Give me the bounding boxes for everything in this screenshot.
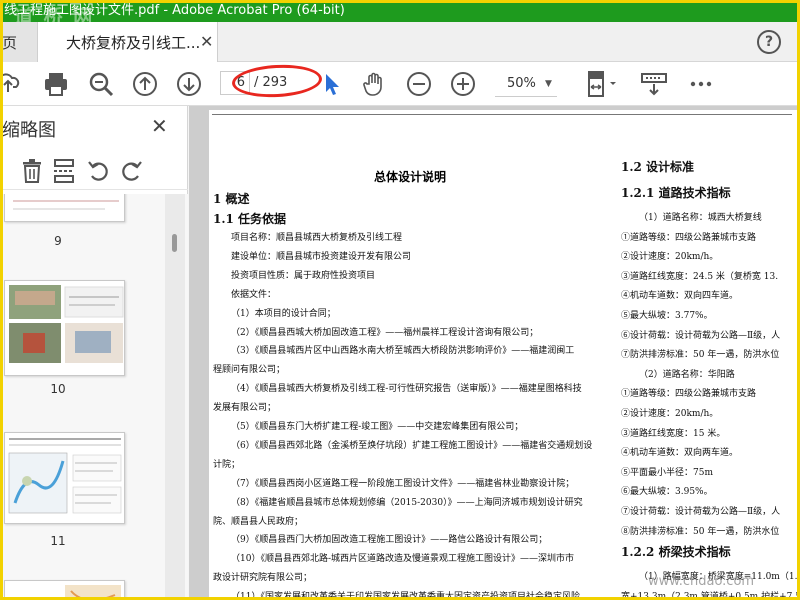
thumbnail-panel: 缩略图 ✕ 9 10 11 (0, 106, 188, 600)
thumbnail-image (9, 285, 124, 363)
body-text-line: ⑧防洪排涝标准：50 年一遇，防洪水位 (621, 526, 780, 537)
trash-icon[interactable] (20, 158, 44, 184)
document-title: 总体设计说明 (374, 170, 447, 184)
panel-title: 缩略图 (2, 120, 56, 141)
next-page-icon[interactable] (175, 70, 203, 98)
upload-cloud-icon[interactable] (0, 70, 22, 98)
section-heading: 1.2.1 道路技术指标 (621, 186, 731, 200)
main-toolbar: 6 / 293 50% ▼ (0, 62, 800, 106)
tab-previous-label: 页 (2, 34, 18, 52)
select-cursor-icon[interactable] (318, 70, 346, 98)
body-text-line: ⑥最大纵坡：3.95%。 (621, 487, 713, 498)
thumbnail-page[interactable] (4, 280, 125, 376)
zoom-out-icon[interactable] (405, 70, 433, 98)
body-text-line: 发展有限公司； (213, 403, 277, 414)
body-text-line: （5）《顺昌县东门大桥扩建工程-竣工图》——中交建宏峰集团有限公司； (231, 422, 524, 432)
body-text-line: 程顾问有限公司； (213, 365, 286, 376)
page-fit-icon[interactable] (585, 70, 619, 98)
thumbnail-page[interactable] (4, 194, 125, 222)
insert-page-icon[interactable] (52, 158, 76, 184)
tab-bar: 页 大桥复桥及引线工... ✕ ? (0, 22, 800, 63)
body-text-line: ⑥设计荷载：设计荷载为公路—Ⅱ级，人 (621, 330, 781, 341)
body-text-line: 项目名称：顺昌县城西大桥复桥及引线工程 (231, 233, 403, 243)
body-text-line: （8）《福建省顺昌县城市总体规划修编（2015-2030）》——上海同济城市规划… (231, 497, 583, 508)
body-text-line: （6）《顺昌县西郊北路（金溪桥至焕仔坑段）扩建工程施工图设计》——福建省交通规划… (231, 440, 593, 451)
section-heading: 1 概述 (213, 192, 250, 206)
body-text-line: ⑦设计荷载：设计荷载为公路—Ⅱ级，人 (621, 507, 781, 517)
help-icon[interactable]: ? (757, 30, 781, 54)
hand-tool-icon[interactable] (361, 70, 389, 98)
thumbnail-image (8, 438, 122, 514)
chevron-down-icon: ▼ (545, 79, 552, 89)
body-text-line: 建设单位：顺昌县城市投资建设开发有限公司 (231, 251, 412, 262)
rotate-right-icon[interactable] (118, 158, 144, 184)
body-text-line: （9）《顺昌县西门大桥加固改造工程施工图设计》——路信公路设计有限公司； (231, 535, 548, 546)
tab-document[interactable]: 大桥复桥及引线工... ✕ (38, 22, 218, 63)
thumbnail-label: 9 (54, 234, 62, 248)
body-text-line: 政设计研究院有限公司； (213, 573, 313, 584)
tab-previous[interactable]: 页 (0, 22, 38, 62)
body-text-line: （4）《顺昌县城西大桥复桥及引线工程-可行性研究报告（送审版）》——福建星图格科… (231, 384, 582, 395)
document-viewport[interactable]: 总体设计说明 1 概述 1.1 任务依据项目名称：顺昌县城西大桥复桥及引线工程 建设… (189, 106, 800, 600)
body-text-line: ③道路红线宽度：24.5 米（复桥宽 13. (621, 271, 779, 282)
pdf-page: 总体设计说明 1 概述 1.1 任务依据项目名称：顺昌县城西大桥复桥及引线工程 建设… (209, 110, 800, 600)
body-text-line: （2）《顺昌县西城大桥加固改造工程》——福州晨祥工程设计咨询有限公司； (231, 327, 539, 338)
body-text-line: ④机动车道数：双向四车道。 (621, 291, 739, 302)
previous-page-icon[interactable] (131, 70, 159, 98)
zoom-level-select[interactable]: 50% ▼ (495, 71, 557, 97)
body-text-line: ③道路红线宽度：15 米。 (621, 428, 726, 439)
more-options-icon[interactable] (687, 70, 715, 98)
body-text-line: ④机动车道数：双向两车道。 (621, 448, 739, 459)
body-text-line: ⑤平面最小半径：75m (621, 467, 713, 478)
body-text-line: （10）《顺昌县西郊北路-城西片区道路改造及慢道景观工程施工图设计》——深圳市市 (231, 554, 574, 565)
body-text-line: （1）道路名称：城西大桥复线 (639, 213, 762, 223)
zoom-in-icon[interactable] (449, 70, 477, 98)
thumbnail-page[interactable] (4, 580, 125, 600)
tab-document-title: 大桥复桥及引线工... (66, 34, 201, 52)
section-heading: 1.1 任务依据 (213, 212, 287, 226)
page-header-rule (212, 114, 792, 115)
body-text-line: ⑤最大纵坡：3.77%。 (621, 311, 713, 321)
section-heading: 1.2 设计标准 (621, 160, 695, 174)
body-text-line: 计院； (213, 459, 241, 470)
body-text-line: ①道路等级：四级公路兼城市支路 (621, 389, 757, 400)
body-text-line: ②设计速度：20km/h。 (621, 409, 719, 419)
scroll-mode-icon[interactable] (640, 70, 668, 98)
body-text-line: 依据文件： (231, 289, 277, 300)
zoom-level-value: 50% (507, 76, 536, 91)
body-text-line: （7）《顺昌县西岗小区道路工程一阶段施工图设计文件》——福建省林业勘察设计院； (231, 478, 575, 489)
scrollbar-thumb[interactable] (172, 234, 177, 252)
body-text-line: 宽+13.3m（2.3m 管道桥+0.5m 护栏+7.5m 机 (621, 591, 800, 600)
body-text-line: （1）本项目的设计合同； (231, 308, 336, 319)
print-icon[interactable] (42, 70, 70, 98)
thumbnail-scrollbar[interactable] (165, 194, 185, 600)
body-text-line: ⑦防洪排涝标准：50 年一遇，防洪水位 (621, 350, 780, 361)
section-heading: 1.2.2 桥梁技术指标 (621, 545, 731, 560)
body-text-line: 投资项目性质：属于政府性投资项目 (231, 270, 376, 281)
body-text-line: 院、顺昌县人民政府； (213, 516, 304, 527)
panel-close-icon[interactable]: ✕ (151, 114, 168, 138)
panel-toolbar (0, 154, 188, 190)
search-zoom-icon[interactable] (87, 70, 115, 98)
thumbnail-image (11, 194, 121, 215)
body-text-line: （3）《顺昌县城西片区中山西路水南大桥至城西大桥段防洪影响评价》——福建润闽工 (231, 346, 575, 357)
watermark-url: www.cndao.com (648, 574, 755, 589)
body-text-line: ①道路等级：四级公路兼城市支路 (621, 232, 757, 243)
body-text-line: （11）《国家发展和改革委关于印发国家发展改革委重大固定资产投资项目社会稳定风险 (231, 592, 580, 600)
thumbnail-page[interactable] (4, 432, 125, 524)
rotate-left-icon[interactable] (86, 158, 112, 184)
thumbnail-label: 10 (50, 382, 66, 396)
body-text-line: ②设计速度：20km/h。 (621, 252, 719, 263)
window-titlebar: 线工程施工图设计文件.pdf - Adobe Acrobat Pro (64-b… (0, 0, 800, 22)
tab-close-icon[interactable]: ✕ (200, 32, 213, 51)
thumbnail-label: 11 (50, 534, 66, 548)
annotation-oval (231, 62, 323, 100)
thumbnail-image (65, 585, 121, 600)
thumbnail-list: 9 10 11 (0, 194, 188, 600)
body-text-line: （2）道路名称：华阳路 (639, 369, 735, 380)
